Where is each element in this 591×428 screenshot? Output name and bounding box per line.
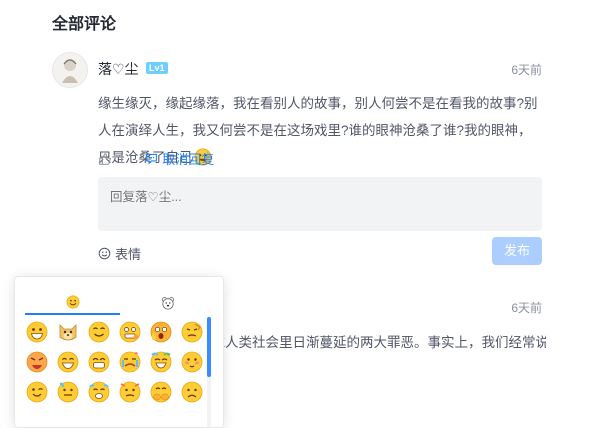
level-badge: Lv1 <box>146 62 168 74</box>
section-title: 全部评论 <box>52 16 117 33</box>
publish-button[interactable]: 发布 <box>492 237 542 265</box>
thumbs-up-icon <box>99 152 111 165</box>
doge-icon[interactable] <box>57 321 79 343</box>
cancel-reply-label: 取消回复 <box>162 152 215 167</box>
lol-icon[interactable] <box>150 351 172 373</box>
emoji-panel <box>14 276 224 428</box>
smile-icon[interactable] <box>57 351 79 373</box>
sad-icon[interactable] <box>181 381 203 403</box>
tab-smileys[interactable] <box>25 291 120 315</box>
grimace-icon[interactable] <box>119 321 141 343</box>
puzzled-icon[interactable] <box>119 381 141 403</box>
like-count: 1 <box>118 151 126 166</box>
angry-icon[interactable] <box>26 351 48 373</box>
emoji-toggle-label: 表情 <box>115 247 142 262</box>
scared-icon[interactable] <box>150 321 172 343</box>
heart-eyes-icon[interactable] <box>88 321 110 343</box>
shy-icon[interactable] <box>181 351 203 373</box>
smiley-icon <box>98 247 111 260</box>
username[interactable]: 落♡尘 <box>98 59 139 79</box>
scratch-icon[interactable] <box>181 321 203 343</box>
comment-actions: 1 取消回复 <box>98 149 214 168</box>
smiley-tab-icon <box>66 295 79 309</box>
cancel-reply-button[interactable]: 取消回复 <box>145 149 214 168</box>
comment-time: 6天前 <box>511 63 542 77</box>
cry-icon[interactable] <box>119 351 141 373</box>
grin-icon[interactable] <box>26 321 48 343</box>
emoji-scrollbar[interactable] <box>207 317 211 377</box>
reply-input[interactable] <box>98 177 542 231</box>
comment2-time: 6天前 <box>511 301 542 315</box>
bear-tab-icon <box>161 297 174 310</box>
tab-bear[interactable] <box>120 291 215 315</box>
avatar[interactable] <box>52 52 88 88</box>
sweat-icon[interactable] <box>57 381 79 403</box>
comment2-content: E人类社会里日渐蔓延的两大罪恶。事实上，我们经常说谎，动 <box>216 335 546 350</box>
comment-icon <box>146 153 158 165</box>
clap-icon[interactable] <box>150 381 172 403</box>
blush-icon[interactable] <box>88 381 110 403</box>
laugh-icon[interactable] <box>88 351 110 373</box>
like-button[interactable]: 1 <box>98 151 125 166</box>
wink-icon[interactable] <box>26 381 48 403</box>
emoji-toggle-button[interactable]: 表情 <box>98 244 141 263</box>
emoji-panel-tabs <box>25 291 215 315</box>
